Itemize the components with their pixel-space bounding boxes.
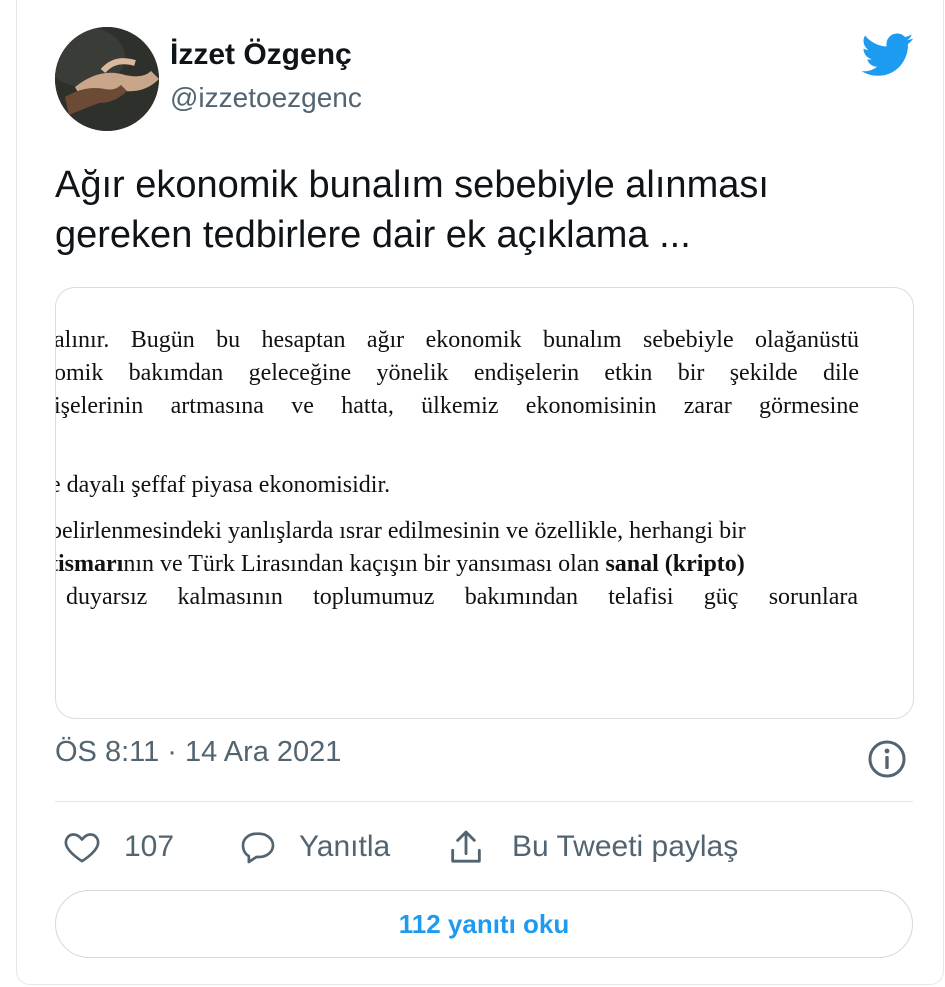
reply-label: Yanıtla	[299, 830, 391, 863]
document-text: nın ve Türk Lirasından kaçışın bir yansı…	[123, 551, 606, 577]
reply-bubble-icon	[241, 832, 275, 864]
tweet-text-line: gereken tedbirlere dair ek açıklama ...	[55, 214, 691, 256]
tweet-media-image[interactable]: alınır. Bugün bu hesaptan ağır ekonomik …	[55, 287, 914, 719]
document-bold-text: sanal (kripto)	[605, 551, 745, 577]
document-line: alınır. Bugün bu hesaptan ağır ekonomik …	[55, 327, 859, 353]
like-button[interactable]: 107	[62, 825, 174, 869]
author-handle[interactable]: @izzetoezgenc	[170, 82, 362, 114]
tweet-text: Ağır ekonomik bunalım sebebiyle alınması…	[55, 160, 915, 260]
reply-button[interactable]: Yanıtla	[237, 825, 390, 869]
read-replies-label: 112 yanıtı oku	[398, 908, 570, 939]
document-line: işelerinin artmasına ve hatta, ülkemiz e…	[55, 393, 859, 419]
like-count: 107	[124, 830, 175, 863]
twitter-bird-icon[interactable]	[861, 33, 914, 77]
author-display-name[interactable]: İzzet Özgenç	[170, 38, 352, 72]
document-bold-text: tismarı	[55, 551, 124, 577]
share-button[interactable]: Bu Tweeti paylaş	[446, 825, 738, 869]
divider	[55, 801, 913, 802]
document-line: tismarının ve Türk Lirasından kaçışın bi…	[55, 551, 745, 578]
avatar[interactable]	[55, 27, 159, 131]
document-line: belirlenmesindeki yanlışlarda ısrar edil…	[55, 518, 746, 544]
document-line: duyarsız kalmasının toplumumuz bakımında…	[66, 584, 858, 610]
read-replies-button[interactable]: 112 yanıtı oku	[55, 890, 913, 958]
info-icon[interactable]	[867, 739, 907, 779]
tweet-text-line: Ağır ekonomik bunalım sebebiyle alınması	[55, 164, 769, 206]
document-line: e dayalı şeffaf piyasa ekonomisidir.	[55, 472, 391, 498]
share-icon	[451, 830, 481, 863]
document-line: omik bakımdan geleceğine yönelik endişel…	[55, 360, 859, 386]
tweet-timestamp[interactable]: ÖS 8:11 · 14 Ara 2021	[55, 736, 341, 769]
share-label: Bu Tweeti paylaş	[512, 830, 739, 863]
heart-icon	[64, 833, 100, 863]
